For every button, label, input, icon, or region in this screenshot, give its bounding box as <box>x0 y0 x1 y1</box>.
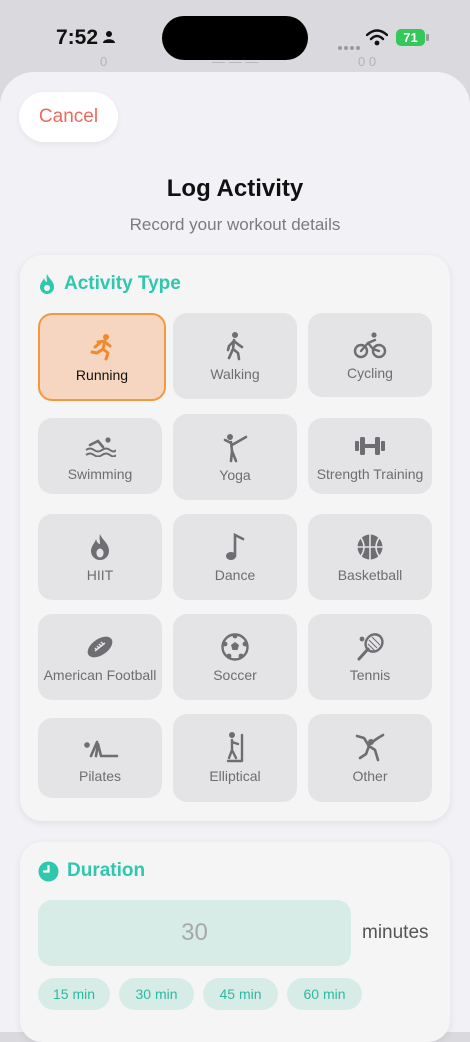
duration-preset-45[interactable]: 45 min <box>203 978 278 1010</box>
activity-tile-elliptical[interactable]: Elliptical <box>173 714 297 802</box>
section-title: Duration <box>67 860 146 881</box>
person-icon <box>103 31 115 43</box>
activity-label: Tennis <box>349 667 391 683</box>
activity-tile-hiit[interactable]: HIIT <box>38 514 162 600</box>
music-note-icon <box>224 531 246 563</box>
activity-label: Cycling <box>347 365 393 381</box>
activity-tile-tennis[interactable]: Tennis <box>308 614 432 700</box>
flame-icon <box>89 531 111 563</box>
tennis-racket-icon <box>355 631 385 663</box>
pilates-icon <box>81 732 119 764</box>
basketball-icon <box>356 531 384 563</box>
walking-icon <box>222 330 248 362</box>
activity-label: Strength Training <box>316 466 424 482</box>
wifi-icon <box>366 29 388 46</box>
swimming-icon <box>84 430 116 462</box>
activity-tile-basketball[interactable]: Basketball <box>308 514 432 600</box>
duration-preset-60[interactable]: 60 min <box>287 978 362 1010</box>
clock-icon <box>38 861 59 881</box>
activity-tile-dance[interactable]: Dance <box>173 514 297 600</box>
activity-tile-pilates[interactable]: Pilates <box>38 718 162 798</box>
activity-label: Soccer <box>213 667 257 683</box>
duration-preset-15[interactable]: 15 min <box>38 978 110 1010</box>
activity-tile-running[interactable]: Running <box>38 313 166 401</box>
running-icon <box>87 331 117 363</box>
activity-tile-cycling[interactable]: Cycling <box>308 313 432 397</box>
activity-label: Basketball <box>337 567 403 583</box>
activity-label: Other <box>352 768 388 784</box>
duration-input[interactable]: 30 <box>38 900 351 966</box>
minutes-label: minutes <box>362 922 429 943</box>
activity-tile-swimming[interactable]: Swimming <box>38 418 162 494</box>
football-icon <box>85 631 115 663</box>
battery-indicator: 71 <box>396 29 425 46</box>
background-ghost: 0 0 <box>358 54 377 69</box>
activity-tile-american-football[interactable]: American Football <box>38 614 162 700</box>
yoga-icon <box>220 431 250 463</box>
page-title: Log Activity <box>166 175 304 202</box>
duration-header: Duration <box>38 860 145 882</box>
activity-tile-soccer[interactable]: Soccer <box>173 614 297 700</box>
activity-tile-strength[interactable]: Strength Training <box>308 418 432 494</box>
duration-preset-30[interactable]: 30 min <box>119 978 194 1010</box>
log-activity-sheet: Cancel Log Activity Record your workout … <box>0 72 470 1042</box>
background-ghost: — — — <box>212 54 259 69</box>
activity-tile-other[interactable]: Other <box>308 714 432 802</box>
elliptical-icon <box>222 732 248 764</box>
background-ghost: 0 <box>100 54 108 69</box>
signal-icon <box>338 37 362 55</box>
soccer-ball-icon <box>221 631 249 663</box>
flame-icon <box>40 274 54 294</box>
cancel-button[interactable]: Cancel <box>19 92 118 142</box>
activity-label: Dance <box>214 567 256 583</box>
activity-label: Pilates <box>78 768 122 784</box>
activity-type-header: Activity Type <box>38 273 181 295</box>
activity-label: Yoga <box>219 467 251 483</box>
duration-card: Duration 30 minutes 15 min 30 min 45 min… <box>20 842 450 1042</box>
activity-label: Elliptical <box>209 768 261 784</box>
activity-label: Swimming <box>67 466 133 482</box>
dumbbell-icon <box>353 430 387 462</box>
status-time: 7:52 <box>56 26 99 49</box>
activity-label: HIIT <box>86 567 114 583</box>
activity-label: American Football <box>43 667 157 683</box>
battery-tip <box>426 34 429 41</box>
activity-type-card: Activity Type Running Walking Cycling Sw… <box>20 255 450 821</box>
activity-label: Walking <box>210 366 260 382</box>
page-subtitle: Record your workout details <box>129 215 341 234</box>
activity-label: Running <box>75 367 129 383</box>
activity-tile-yoga[interactable]: Yoga <box>173 414 297 500</box>
activity-tile-walking[interactable]: Walking <box>173 313 297 399</box>
climbing-icon <box>354 732 386 764</box>
section-title: Activity Type <box>64 273 181 294</box>
cycling-icon <box>353 329 387 361</box>
